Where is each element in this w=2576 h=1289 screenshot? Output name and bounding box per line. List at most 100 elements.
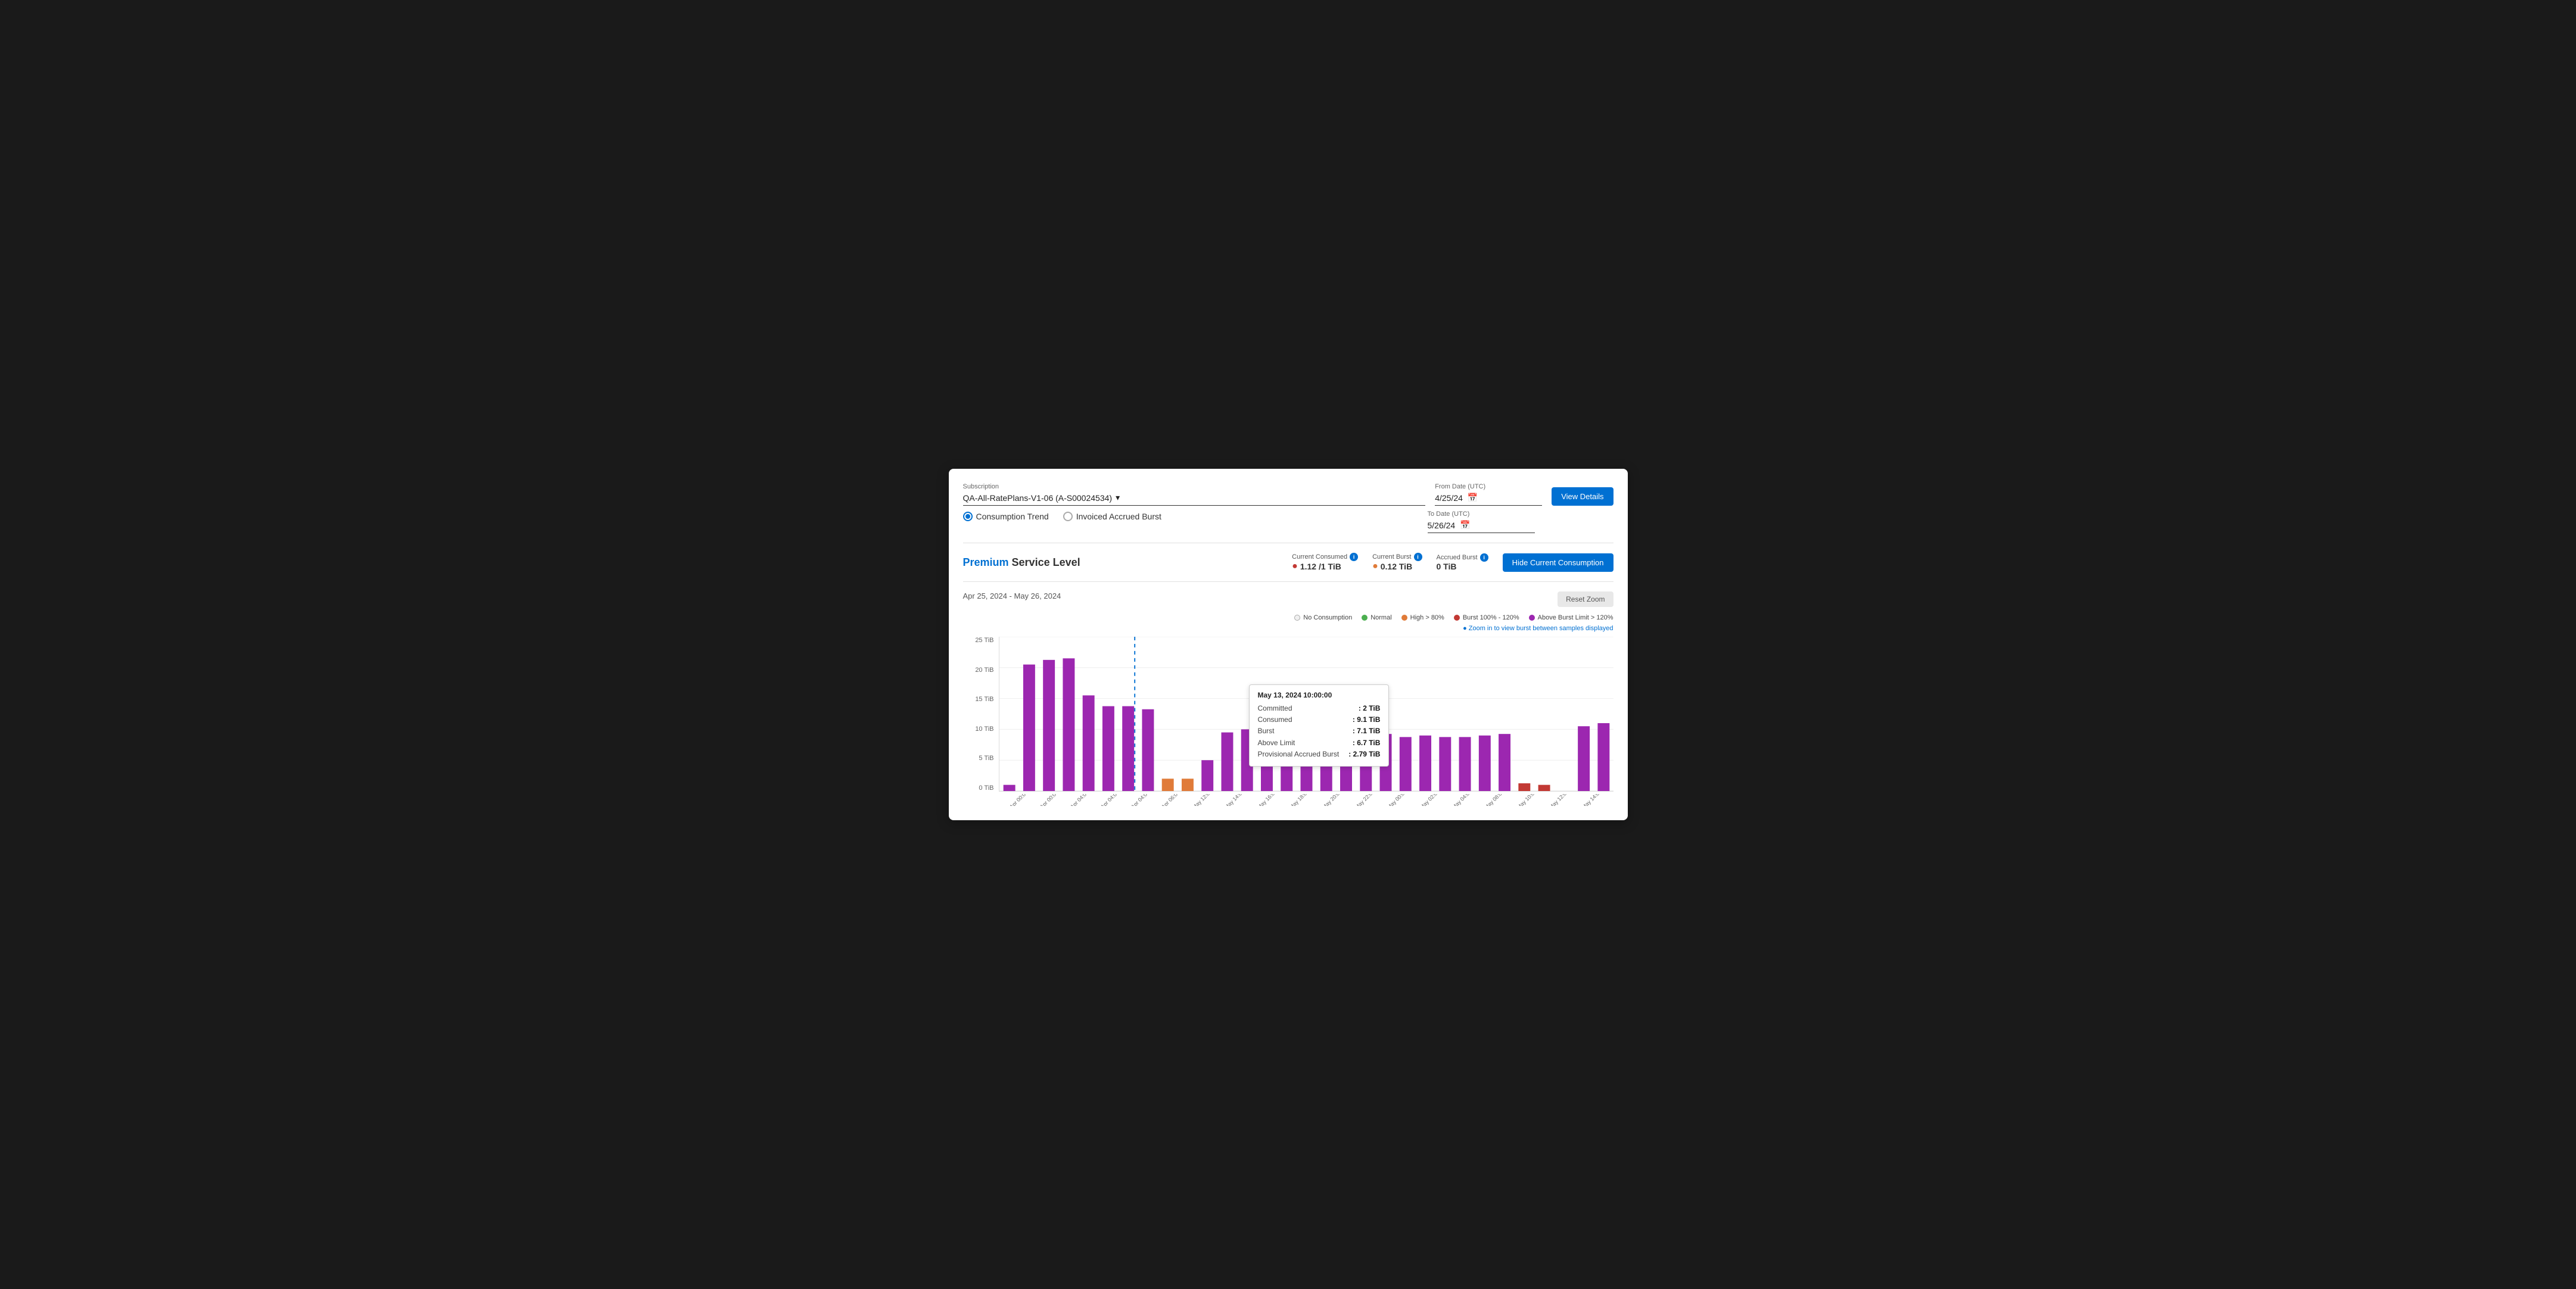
date-range-label: Apr 25, 2024 - May 26, 2024: [963, 591, 1061, 600]
x-label: 01 May 12:00: [1186, 794, 1213, 806]
x-label: 14 May 14:00: [1575, 794, 1603, 806]
x-label: 12 May 10:00: [1510, 794, 1538, 806]
y-axis: 0 TiB 5 TiB 10 TiB 15 TiB 20 TiB 25 TiB: [965, 637, 994, 792]
x-label: 06 May 22:00: [1348, 794, 1376, 806]
legend-row: No Consumption Normal High > 80% Burst 1…: [963, 614, 1613, 621]
legend-label-burst: Burst 100% - 120%: [1463, 614, 1519, 621]
tooltip-provisional: Provisional Accrued Burst : 2.79 TiB: [1258, 749, 1381, 760]
stat-accrued-burst-value: 0 TiB: [1437, 562, 1457, 571]
stat-current-consumed-label: Current Consumed i: [1292, 553, 1358, 561]
legend-label-above-burst: Above Burst Limit > 120%: [1538, 614, 1613, 621]
x-label: 27 Apr 04:00: [1064, 794, 1089, 806]
radio-circle-empty: [1063, 512, 1073, 521]
tooltip-committed-label: Committed: [1258, 703, 1292, 714]
x-label: 28 Apr 04:00: [1094, 794, 1120, 806]
tooltip-title: May 13, 2024 10:00:00: [1258, 691, 1381, 699]
from-date-label: From Date (UTC): [1435, 483, 1542, 490]
stat-current-burst-value: ● 0.12 TiB: [1372, 561, 1412, 572]
chevron-down-icon: ▾: [1116, 493, 1120, 503]
to-date-value: 5/26/24: [1428, 521, 1456, 530]
legend-dot-above-burst: [1529, 615, 1535, 621]
tooltip-consumed: Consumed : 9.1 TiB: [1258, 714, 1381, 726]
x-label: 25 Apr 00:00: [1003, 794, 1029, 806]
reset-zoom-button[interactable]: Reset Zoom: [1558, 591, 1613, 607]
to-date-input[interactable]: 5/26/24 📅: [1428, 520, 1535, 533]
chart-wrapper: 0 TiB 5 TiB 10 TiB 15 TiB 20 TiB 25 TiB: [999, 637, 1613, 806]
stat-accrued-burst: Accrued Burst i 0 TiB: [1437, 553, 1488, 571]
tooltip-burst-label: Burst: [1258, 726, 1275, 737]
radio-consumption-trend[interactable]: Consumption Trend: [963, 512, 1049, 521]
legend-burst: Burst 100% - 120%: [1454, 614, 1519, 621]
tooltip-consumed-label: Consumed: [1258, 714, 1292, 726]
legend-note: ● Zoom in to view burst between samples …: [963, 625, 1613, 632]
to-date-field-group: To Date (UTC) 5/26/24 📅: [1428, 510, 1535, 533]
legend-note-text: ● Zoom in to view burst between samples …: [1463, 625, 1613, 632]
x-label: 02 May 14:00: [1218, 794, 1245, 806]
from-date-field-group: From Date (UTC) 4/25/24 📅: [1435, 483, 1542, 506]
x-label: 09 May 02:00: [1413, 794, 1441, 806]
subscription-select[interactable]: QA-All-RatePlans-V1-06 (A-S00024534) ▾: [963, 493, 1426, 506]
view-details-button[interactable]: View Details: [1552, 487, 1613, 506]
subscription-value: QA-All-RatePlans-V1-06 (A-S00024534): [963, 493, 1113, 503]
radio-label-consumption: Consumption Trend: [976, 512, 1049, 521]
tooltip-committed: Committed : 2 TiB: [1258, 703, 1381, 714]
main-card: Subscription QA-All-RatePlans-V1-06 (A-S…: [949, 469, 1628, 820]
stat-current-burst: Current Burst i ● 0.12 TiB: [1372, 553, 1422, 572]
info-icon-consumed[interactable]: i: [1350, 553, 1358, 561]
tooltip-committed-value: : 2 TiB: [1359, 703, 1380, 714]
from-date-value: 4/25/24: [1435, 493, 1463, 503]
tooltip-burst: Burst : 7.1 TiB: [1258, 726, 1381, 737]
legend-above-burst: Above Burst Limit > 120%: [1529, 614, 1613, 621]
dot-red-consumed: ●: [1292, 561, 1298, 572]
tooltip-provisional-value: : 2.79 TiB: [1348, 749, 1380, 760]
divider-mid: [963, 581, 1613, 582]
x-label: 29 Apr 04:00: [1125, 794, 1150, 806]
calendar-icon-from: 📅: [1468, 493, 1478, 503]
service-level-label: Service Level: [1009, 556, 1080, 568]
stat-current-burst-label: Current Burst i: [1372, 553, 1422, 561]
stat-accrued-burst-label: Accrued Burst i: [1437, 553, 1488, 562]
radio-circle-selected: [963, 512, 973, 521]
tooltip-consumed-value: : 9.1 TiB: [1353, 714, 1380, 726]
x-label: 30 Apr 06:00: [1155, 794, 1180, 806]
x-label: 11 May 08:00: [1478, 794, 1505, 806]
legend-dot-normal: [1362, 615, 1368, 621]
x-label: 13 May 12:00: [1543, 794, 1570, 806]
y-label-20: 20 TiB: [965, 667, 994, 674]
hide-current-consumption-button[interactable]: Hide Current Consumption: [1503, 553, 1613, 572]
from-date-input[interactable]: 4/25/24 📅: [1435, 493, 1542, 506]
x-label: 10 May 04:00: [1446, 794, 1473, 806]
chart-top-bar: Apr 25, 2024 - May 26, 2024 Reset Zoom: [963, 591, 1613, 607]
stat-current-consumed: Current Consumed i ● 1.12 /1 TiB: [1292, 553, 1358, 572]
top-row: Subscription QA-All-RatePlans-V1-06 (A-S…: [963, 483, 1613, 506]
x-label: 04 May 18:00: [1283, 794, 1310, 806]
info-icon-burst[interactable]: i: [1414, 553, 1422, 561]
legend-no-consumption: No Consumption: [1294, 614, 1352, 621]
radio-group: Consumption Trend Invoiced Accrued Burst: [963, 512, 1418, 521]
legend-high: High > 80%: [1401, 614, 1444, 621]
chart-area-container: 0 TiB 5 TiB 10 TiB 15 TiB 20 TiB 25 TiB: [999, 637, 1613, 792]
y-label-5: 5 TiB: [965, 755, 994, 762]
service-level-title: Premium Service Level: [963, 556, 1080, 569]
x-label: 15 May 16:00: [1608, 794, 1613, 806]
x-label: 05 May 20:00: [1316, 794, 1343, 806]
radio-invoiced-accrued[interactable]: Invoiced Accrued Burst: [1063, 512, 1161, 521]
second-row: Consumption Trend Invoiced Accrued Burst…: [963, 510, 1613, 533]
premium-label: Premium: [963, 556, 1009, 568]
subscription-field-group: Subscription QA-All-RatePlans-V1-06 (A-S…: [963, 483, 1426, 506]
y-label-15: 15 TiB: [965, 696, 994, 703]
legend-label-normal: Normal: [1370, 614, 1391, 621]
y-label-10: 10 TiB: [965, 726, 994, 733]
section-header: Premium Service Level Current Consumed i…: [963, 553, 1613, 572]
info-icon-accrued[interactable]: i: [1480, 553, 1488, 562]
legend-dot-high: [1401, 615, 1407, 621]
tooltip-box: May 13, 2024 10:00:00 Committed : 2 TiB …: [1249, 684, 1390, 767]
tooltip-above-limit-label: Above Limit: [1258, 737, 1295, 749]
x-label: 26 Apr 00:00: [1033, 794, 1059, 806]
stats-row: Current Consumed i ● 1.12 /1 TiB Current…: [1292, 553, 1613, 572]
tooltip-provisional-label: Provisional Accrued Burst: [1258, 749, 1340, 760]
legend-normal: Normal: [1362, 614, 1391, 621]
dot-orange-burst: ●: [1372, 561, 1378, 572]
tooltip-above-limit-value: : 6.7 TiB: [1353, 737, 1380, 749]
x-label: 08 May 00:00: [1381, 794, 1408, 806]
